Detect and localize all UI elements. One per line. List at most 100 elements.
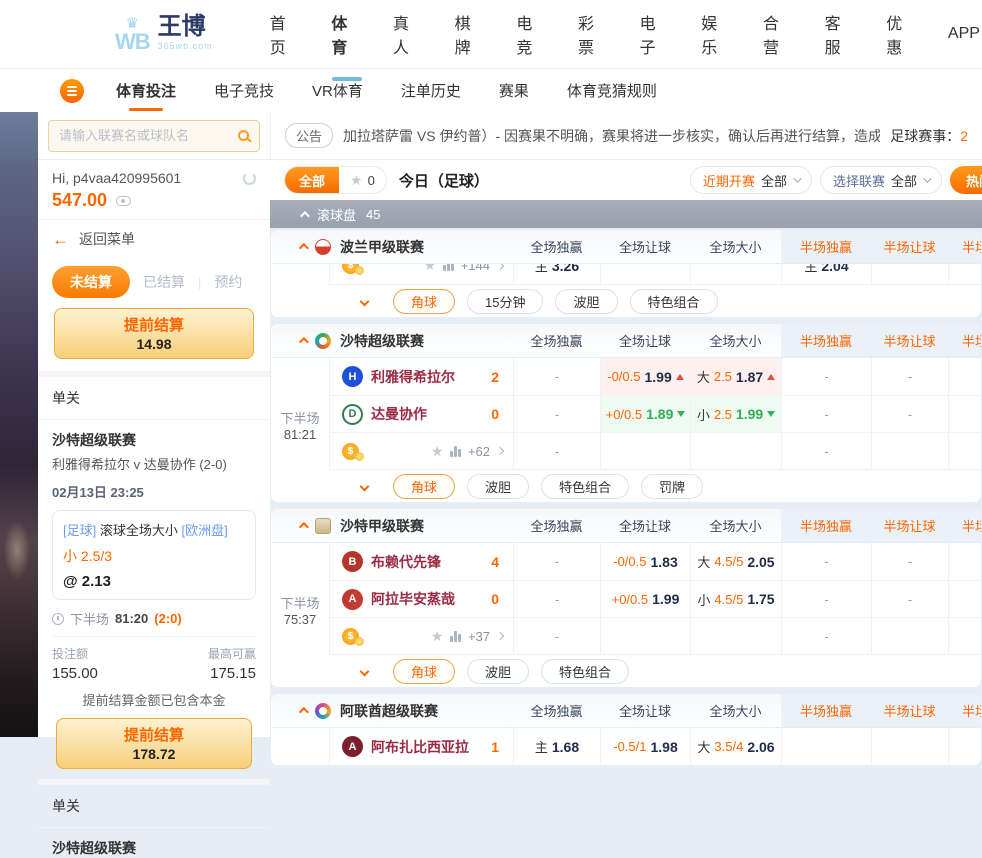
tab-correct-score[interactable]: 波胆 [555,289,617,314]
odds-cell-overunder[interactable]: 小 2.5 1.99 [690,396,781,432]
tab-reserved[interactable]: 预约 [214,272,242,292]
league-name: 沙特甲级联赛 [340,516,424,536]
collapse-icon[interactable] [299,707,309,717]
odds-cell-overunder[interactable]: 大 3.5/4 2.06 [690,728,781,765]
more-markets-link[interactable]: $ ★ +37 [329,618,513,654]
nav-live-casino[interactable]: 真人 [391,4,426,64]
collapse-icon[interactable] [299,243,309,253]
league-value: 全部 [891,171,917,190]
odds-cell-1x2[interactable]: 主 1.68 [513,728,600,765]
odds-cell-overunder[interactable]: 小 4.5/5 1.75 [690,581,781,617]
favorites-button[interactable]: ★ 0 [339,172,386,189]
collapse-icon[interactable] [299,337,309,347]
tab-unsettled[interactable]: 未结算 [52,266,130,298]
nav-app[interactable]: APP [946,19,982,49]
odds-cell-handicap[interactable]: -0.5/1 1.98 [600,728,690,765]
team-home[interactable]: B 布赖代先锋 4 [329,543,513,580]
search-input[interactable] [59,128,238,143]
odds-cell-overunder[interactable]: 大 2.5 1.87 [690,358,781,395]
tab-corners[interactable]: 角球 [393,289,455,314]
subtab-rules[interactable]: 体育竞猜规则 [565,72,659,109]
expand-icon[interactable] [360,666,370,676]
stats-icon[interactable] [450,631,461,642]
odds-cell-overunder[interactable]: 大 4.5/5 2.05 [690,543,781,580]
star-icon[interactable]: ★ [431,628,444,645]
subtab-esports[interactable]: 电子竞技 [212,72,276,109]
eye-icon[interactable] [116,196,131,206]
all-favorites-pill: 全部 ★ 0 [284,166,387,194]
tab-correct-score[interactable]: 波胆 [467,474,529,499]
team-score: 1 [491,739,513,755]
menu-icon[interactable] [60,79,84,103]
live-betting-band[interactable]: 滚球盘 45 [270,200,982,228]
cashout-amount: 14.98 [55,336,253,352]
tab-corners[interactable]: 角球 [393,474,455,499]
tab-specials[interactable]: 特色组合 [541,659,629,684]
league-select-dropdown[interactable]: 选择联赛 全部 [820,166,942,194]
more-markets-link[interactable]: $ ★ +62 [329,433,513,469]
star-icon[interactable]: ★ [424,264,437,274]
nav-entertainment[interactable]: 娱乐 [699,4,734,64]
recent-value: 全部 [761,171,787,190]
tab-specials[interactable]: 特色组合 [630,289,718,314]
star-icon[interactable]: ★ [431,443,444,460]
odds-up-icon [767,374,775,380]
main-nav: 首页 体育 真人 棋牌 电竞 彩票 电子 娱乐 合营 客服 优惠 APP [268,4,982,64]
back-to-menu[interactable]: ← 返回菜单 [38,219,270,258]
hot-button[interactable]: 热门 [950,166,982,194]
chevron-right-icon [496,264,504,270]
team-home[interactable]: H 利雅得希拉尔 2 [329,358,513,395]
nav-promos[interactable]: 优惠 [884,4,919,64]
subtab-results[interactable]: 赛果 [497,72,531,109]
tab-cards[interactable]: 罚牌 [641,474,703,499]
refresh-icon[interactable] [243,172,256,185]
cashout-total-button[interactable]: 提前结算 14.98 [54,308,254,359]
stats-icon[interactable] [443,264,454,271]
team-away[interactable]: D 达曼协作 0 [329,396,513,432]
team-away[interactable]: A 阿拉毕安蒸哉 0 [329,581,513,617]
nav-esports[interactable]: 电竞 [514,4,549,64]
recent-start-dropdown[interactable]: 近期开赛 全部 [690,166,812,194]
handicap-line: -0.5/1 [613,739,646,754]
stats-icon[interactable] [450,446,461,457]
odds-cell-handicap[interactable]: +0/0.5 1.99 [600,581,690,617]
tab-corners[interactable]: 角球 [393,659,455,684]
tab-15min[interactable]: 15分钟 [467,289,543,314]
team-home[interactable]: A 阿布扎比西亚拉 1 [329,728,513,765]
subtab-bet-history[interactable]: 注单历史 [399,72,463,109]
dash: - [555,554,559,569]
bet-odds: @ 2.13 [63,573,245,590]
nav-sports[interactable]: 体育 [329,4,364,64]
collapse-icon[interactable] [299,522,309,532]
col-halftime-handicap: 半场让球 [871,324,948,357]
tab-specials[interactable]: 特色组合 [541,474,629,499]
league-section-uae: 阿联酋超级联赛 全场独赢 全场让球 全场大小 半场独赢 半场让球 半场大小 A … [270,693,982,766]
expand-icon[interactable] [360,296,370,306]
nav-affiliate[interactable]: 合营 [761,4,796,64]
search-icon[interactable] [238,130,249,141]
odds-cell[interactable]: 主 2.04 [781,264,871,284]
odds-cell[interactable]: 主 3.26 [513,264,600,284]
filter-all-button[interactable]: 全部 [285,167,339,193]
brand-logo[interactable]: ♛ WB 王博 365wb.com [115,15,213,53]
nav-cards[interactable]: 棋牌 [453,4,488,64]
nav-support[interactable]: 客服 [823,4,858,64]
match-row-clipped: $ ★ +144 主 3.26 [329,264,981,284]
more-markets-link[interactable]: $ ★ +144 [329,264,513,284]
expand-icon[interactable] [360,481,370,491]
events-counter[interactable]: 足球赛事：2 [890,126,968,146]
nav-home[interactable]: 首页 [268,4,303,64]
nav-slots[interactable]: 电子 [638,4,673,64]
odds-cell-handicap[interactable]: +0/0.5 1.89 [600,396,690,432]
under-label: 小 [697,405,710,424]
odds-cell-handicap[interactable]: -0/0.5 1.83 [600,543,690,580]
col-fulltime-1x2: 全场独赢 [513,324,600,357]
match-period: 下半场 [271,593,329,612]
tab-correct-score[interactable]: 波胆 [467,659,529,684]
odds-cell-handicap[interactable]: -0/0.5 1.99 [600,358,690,395]
team-name: 达曼协作 [371,404,427,424]
tab-settled[interactable]: 已结算 [143,272,185,292]
cashout-bet-button[interactable]: 提前结算 178.72 [56,718,252,769]
nav-lottery[interactable]: 彩票 [576,4,611,64]
subtab-sports-betting[interactable]: 体育投注 [114,72,178,109]
